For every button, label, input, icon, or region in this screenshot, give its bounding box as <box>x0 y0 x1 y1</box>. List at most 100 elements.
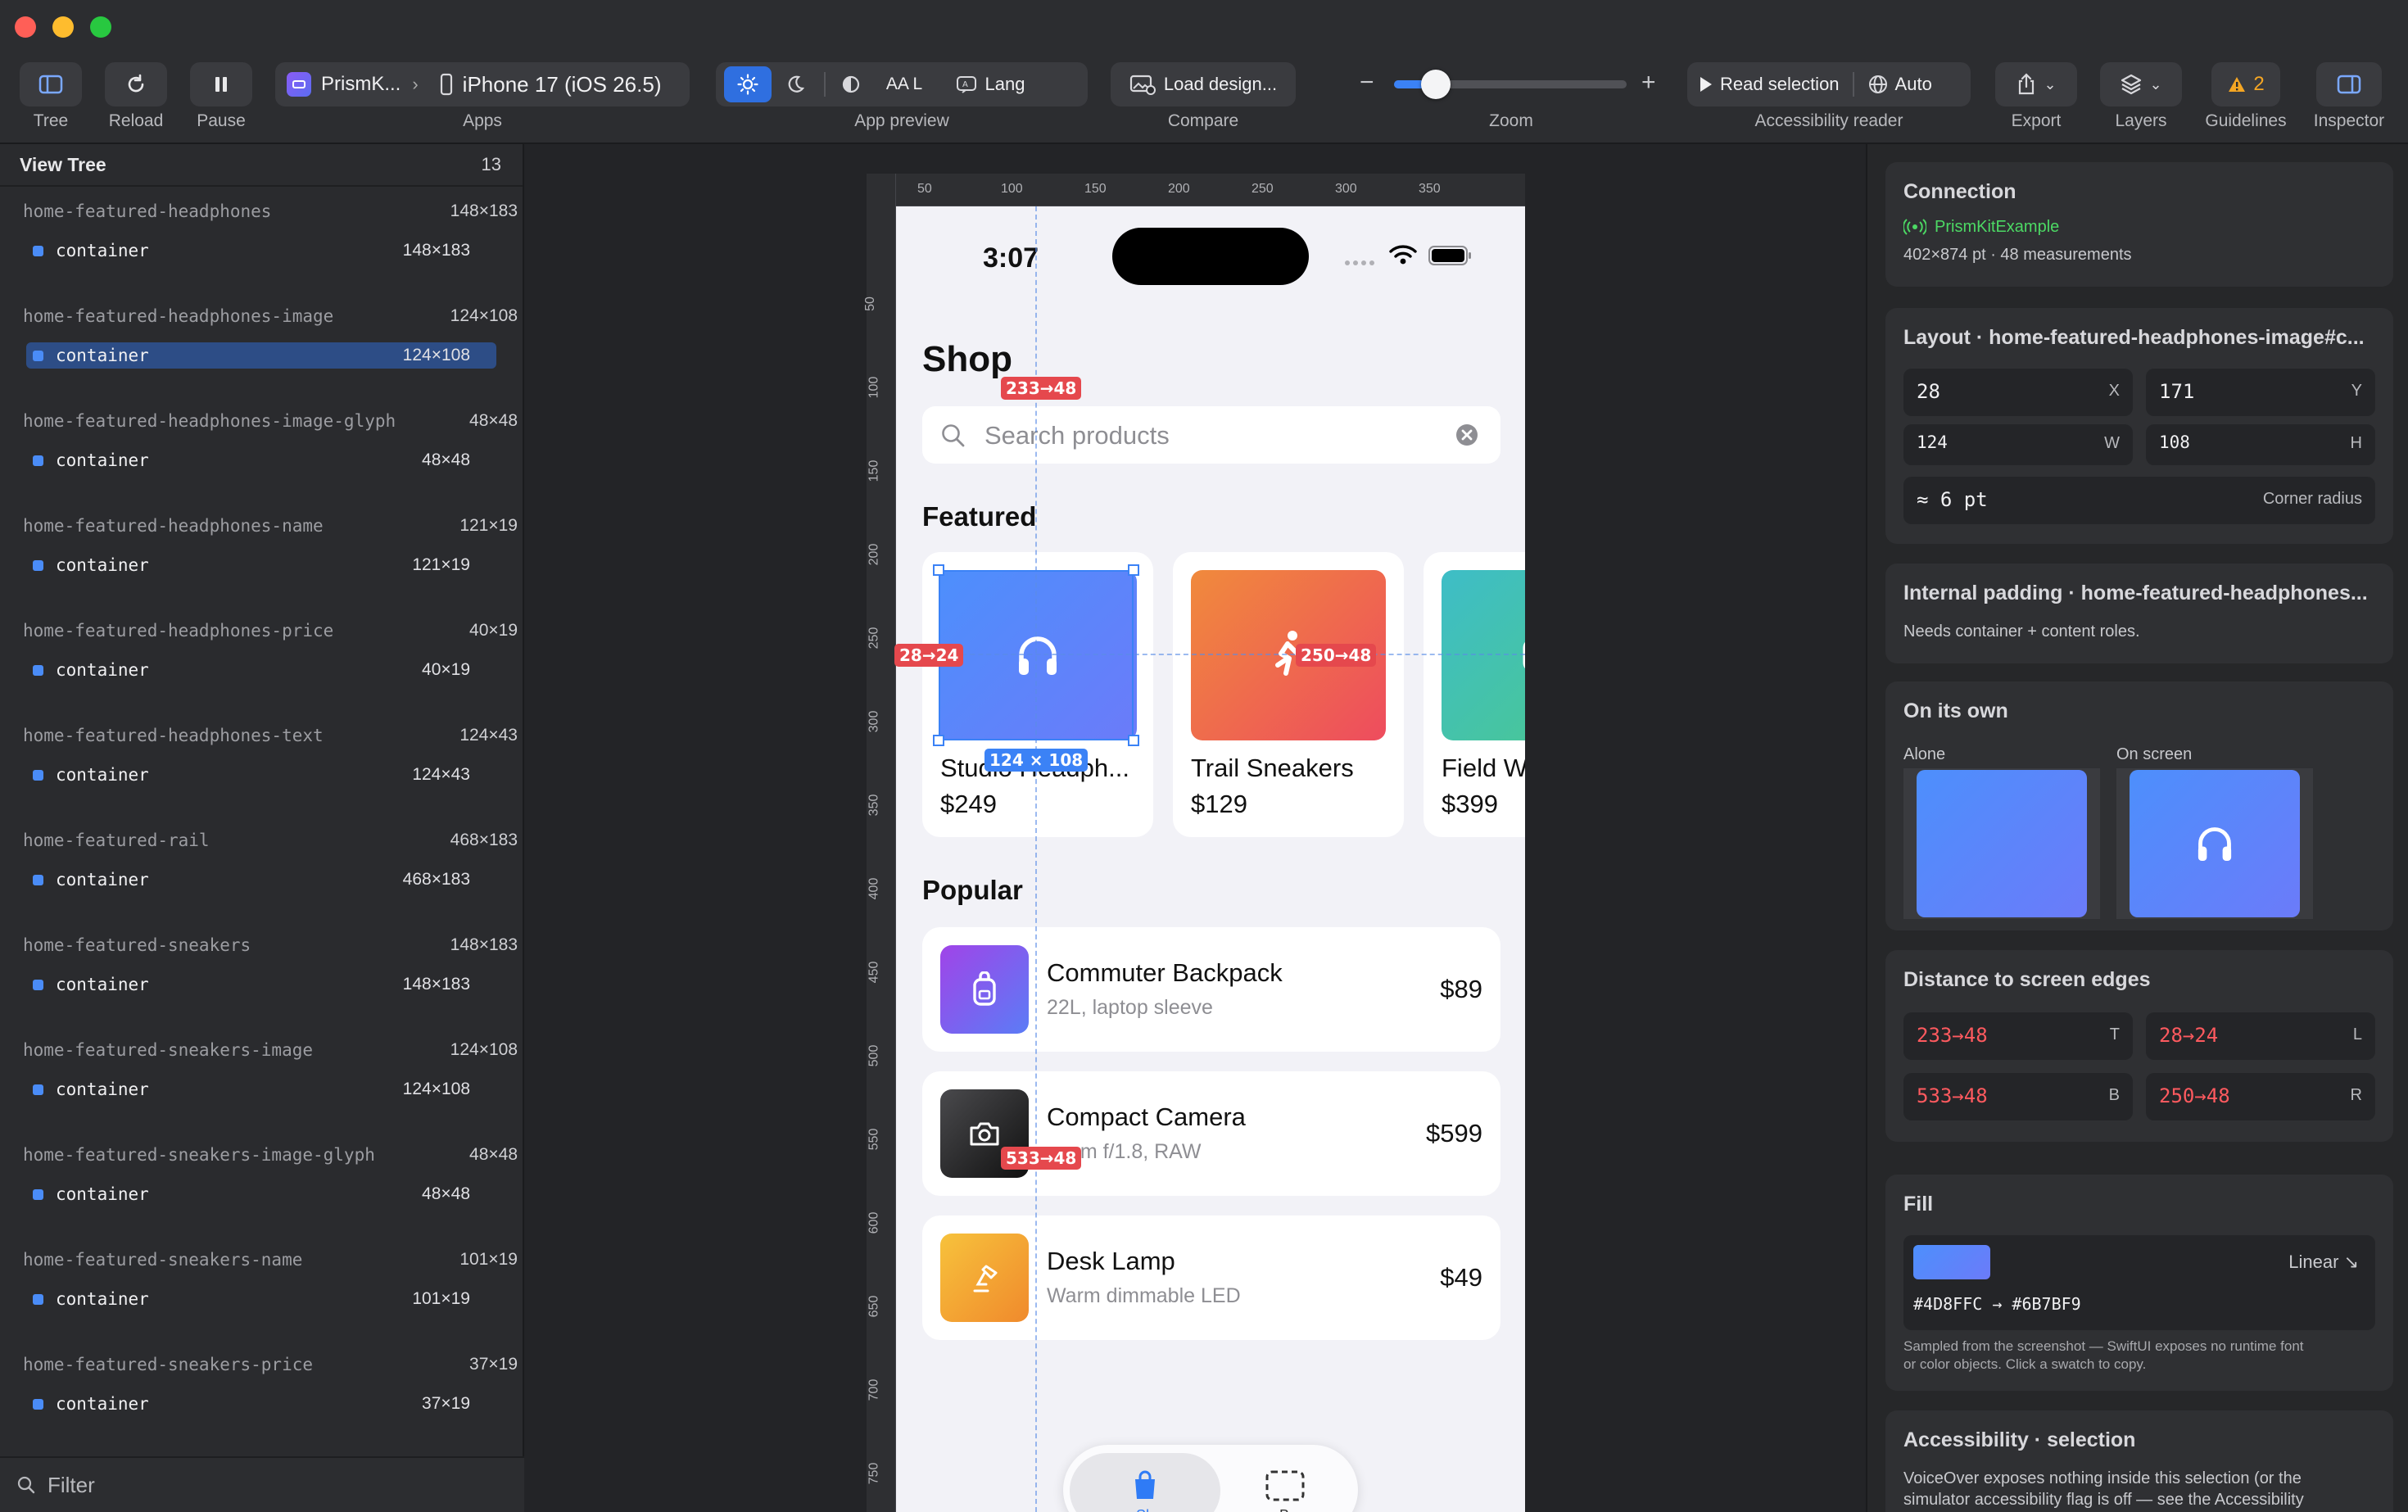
featured-card-watch[interactable]: Field W $399 <box>1424 552 1525 837</box>
distance-top-label: T <box>2109 1025 2120 1043</box>
tree-child-row[interactable]: container 148×183 <box>26 238 496 264</box>
tree-toggle-button[interactable] <box>20 62 82 106</box>
selection-handle[interactable] <box>1128 564 1139 576</box>
tree-child-row[interactable]: container 37×19 <box>26 1391 496 1417</box>
tree-child-row[interactable]: container 48×48 <box>26 447 496 473</box>
height-field[interactable]: 108 H <box>2146 424 2375 465</box>
tab-bar: Sh B <box>1063 1445 1358 1512</box>
container-dot-icon <box>33 560 43 571</box>
tree-caption: Tree <box>33 111 69 130</box>
tree-child-row[interactable]: container 101×19 <box>26 1286 496 1312</box>
distance-bottom-field[interactable]: 533→48 B <box>1903 1073 2133 1120</box>
layers-button[interactable]: ⌄ <box>2100 62 2182 106</box>
fill-panel: Fill Linear ↘ #4D8FFC → #6B7BF9 Sampled … <box>1885 1175 2393 1391</box>
on-screen-preview-tile <box>2130 770 2300 917</box>
pause-button[interactable] <box>190 62 252 106</box>
inspector-toggle-button[interactable] <box>2316 62 2382 106</box>
zoom-slider-knob[interactable] <box>1421 70 1451 99</box>
popular-row-backpack[interactable]: Commuter Backpack 22L, laptop sleeve $89 <box>922 927 1500 1052</box>
app-picker[interactable]: PrismK... › <box>287 72 419 97</box>
tree-node[interactable]: home-featured-headphones-name 121×19 conta… <box>0 501 523 606</box>
tree-child-row[interactable]: container 124×43 <box>26 762 496 788</box>
popular-row-lamp[interactable]: Desk Lamp Warm dimmable LED $49 <box>922 1215 1500 1340</box>
tree-node[interactable]: home-featured-headphones-price 40×19 conta… <box>0 606 523 711</box>
tree-child-row[interactable]: container 40×19 <box>26 657 496 683</box>
tree-child-row[interactable]: container 48×48 <box>26 1181 496 1207</box>
distance-right-field[interactable]: 250→48 R <box>2146 1073 2375 1120</box>
text-size-button[interactable]: AA L <box>871 66 937 102</box>
close-window-button[interactable] <box>15 16 36 38</box>
read-selection-label: Read selection <box>1720 74 1840 94</box>
tree-node[interactable]: home-featured-rail 468×183 container 468×18… <box>0 816 523 921</box>
tree-node[interactable]: home-featured-sneakers-image-glyph 48×48 c… <box>0 1130 523 1235</box>
reload-button[interactable] <box>105 62 167 106</box>
ruler-tick-label: 600 <box>867 1211 881 1234</box>
tab-shop[interactable]: Sh <box>1070 1453 1220 1512</box>
search-icon <box>17 1476 35 1494</box>
tree-child-row[interactable]: container 148×183 <box>26 971 496 998</box>
featured-card-sneakers[interactable]: Trail Sneakers $129 <box>1173 552 1404 837</box>
tree-node[interactable]: home-featured-headphones-image 124×108 con… <box>0 292 523 396</box>
tree-child-label: container <box>56 660 149 680</box>
zoom-window-button[interactable] <box>90 16 111 38</box>
guide-vertical <box>1035 206 1037 1512</box>
popular-subtitle-camera: mm f/1.8, RAW <box>1063 1140 1202 1163</box>
selection-handle[interactable] <box>933 564 944 576</box>
popular-row-camera[interactable]: Compact Camera mm f/1.8, RAW $599 <box>922 1071 1500 1196</box>
y-field[interactable]: 171 Y <box>2146 369 2375 416</box>
tree-child-size: 148×183 <box>402 975 470 994</box>
view-tree-title: View Tree <box>20 153 106 175</box>
tree-node[interactable]: home-featured-sneakers 148×183 container 14… <box>0 921 523 1025</box>
search-bar[interactable]: Search products <box>922 406 1500 464</box>
tab-browse[interactable]: B <box>1224 1453 1347 1512</box>
width-field[interactable]: 124 W <box>1903 424 2133 465</box>
distance-top-field[interactable]: 233→48 T <box>1903 1012 2133 1060</box>
tree-child-row[interactable]: container 121×19 <box>26 552 496 578</box>
tree-node[interactable]: home-featured-headphones-text 124×43 conta… <box>0 711 523 816</box>
export-button[interactable]: ⌄ <box>1995 62 2077 106</box>
tree-node-name: home-featured-sneakers-name <box>23 1250 303 1270</box>
tree-node[interactable]: home-featured-headphones-image-glyph 48×4… <box>0 396 523 501</box>
language-button[interactable]: A Lang <box>942 66 1039 102</box>
tree-node[interactable]: home-featured-sneakers-name 101×19 contain… <box>0 1235 523 1340</box>
lamp-icon <box>973 1265 998 1292</box>
corner-radius-field[interactable]: ≈ 6 pt Corner radius <box>1903 477 2375 524</box>
load-design-button[interactable]: Load design... <box>1111 62 1296 106</box>
tree-node-size: 101×19 <box>459 1250 518 1269</box>
reload-icon <box>128 74 144 93</box>
read-selection-button[interactable]: Read selection <box>1700 74 1840 95</box>
tree-child-row[interactable]: container 124×108 <box>26 342 496 369</box>
zoom-slider[interactable] <box>1394 70 1627 99</box>
contrast-button[interactable] <box>831 66 871 102</box>
ruler-tick-label: 250 <box>867 627 881 650</box>
guidelines-button[interactable]: 2 <box>2211 62 2280 106</box>
wifi-icon <box>1389 245 1417 265</box>
featured-name-watch: Field W <box>1442 754 1525 782</box>
x-field[interactable]: 28 X <box>1903 369 2133 416</box>
load-design-label: Load design... <box>1163 74 1278 94</box>
light-mode-button[interactable] <box>724 66 772 102</box>
selection-handle[interactable] <box>933 735 944 746</box>
dark-mode-button[interactable] <box>772 66 819 102</box>
tree-child-row[interactable]: container 468×183 <box>26 867 496 893</box>
tree-node-size: 148×183 <box>450 201 518 220</box>
tree-node[interactable]: home-featured-sneakers-price 37×19 contain… <box>0 1340 523 1445</box>
zoom-in-button[interactable]: + <box>1641 69 1656 97</box>
fill-swatch[interactable] <box>1913 1245 1990 1279</box>
app-preview-group: AA L A Lang <box>716 62 1088 106</box>
on-its-own-title: On its own <box>1903 699 2008 722</box>
tree-node[interactable]: home-featured-sneakers-image 124×108 conta… <box>0 1025 523 1130</box>
voice-language-button[interactable]: Auto <box>1867 74 1932 95</box>
distance-left-field[interactable]: 28→24 L <box>2146 1012 2375 1060</box>
device-picker[interactable]: iPhone 17 (iOS 26.5) <box>440 72 661 97</box>
minimize-window-button[interactable] <box>52 16 74 38</box>
tree-node[interactable]: home-featured-headphones 148×183 container… <box>0 187 523 292</box>
popular-name-backpack: Commuter Backpack <box>1047 958 1283 987</box>
clear-search-icon[interactable] <box>1455 423 1479 447</box>
zoom-out-button[interactable]: − <box>1360 69 1374 97</box>
phone-preview[interactable]: 3:07 Shop Search products Featured Studi… <box>896 206 1525 1512</box>
fill-mode[interactable]: Linear ↘ <box>2288 1252 2359 1273</box>
filter-field[interactable]: Filter <box>0 1456 524 1512</box>
tree-child-row[interactable]: container 124×108 <box>26 1076 496 1102</box>
selection-handle[interactable] <box>1128 735 1139 746</box>
